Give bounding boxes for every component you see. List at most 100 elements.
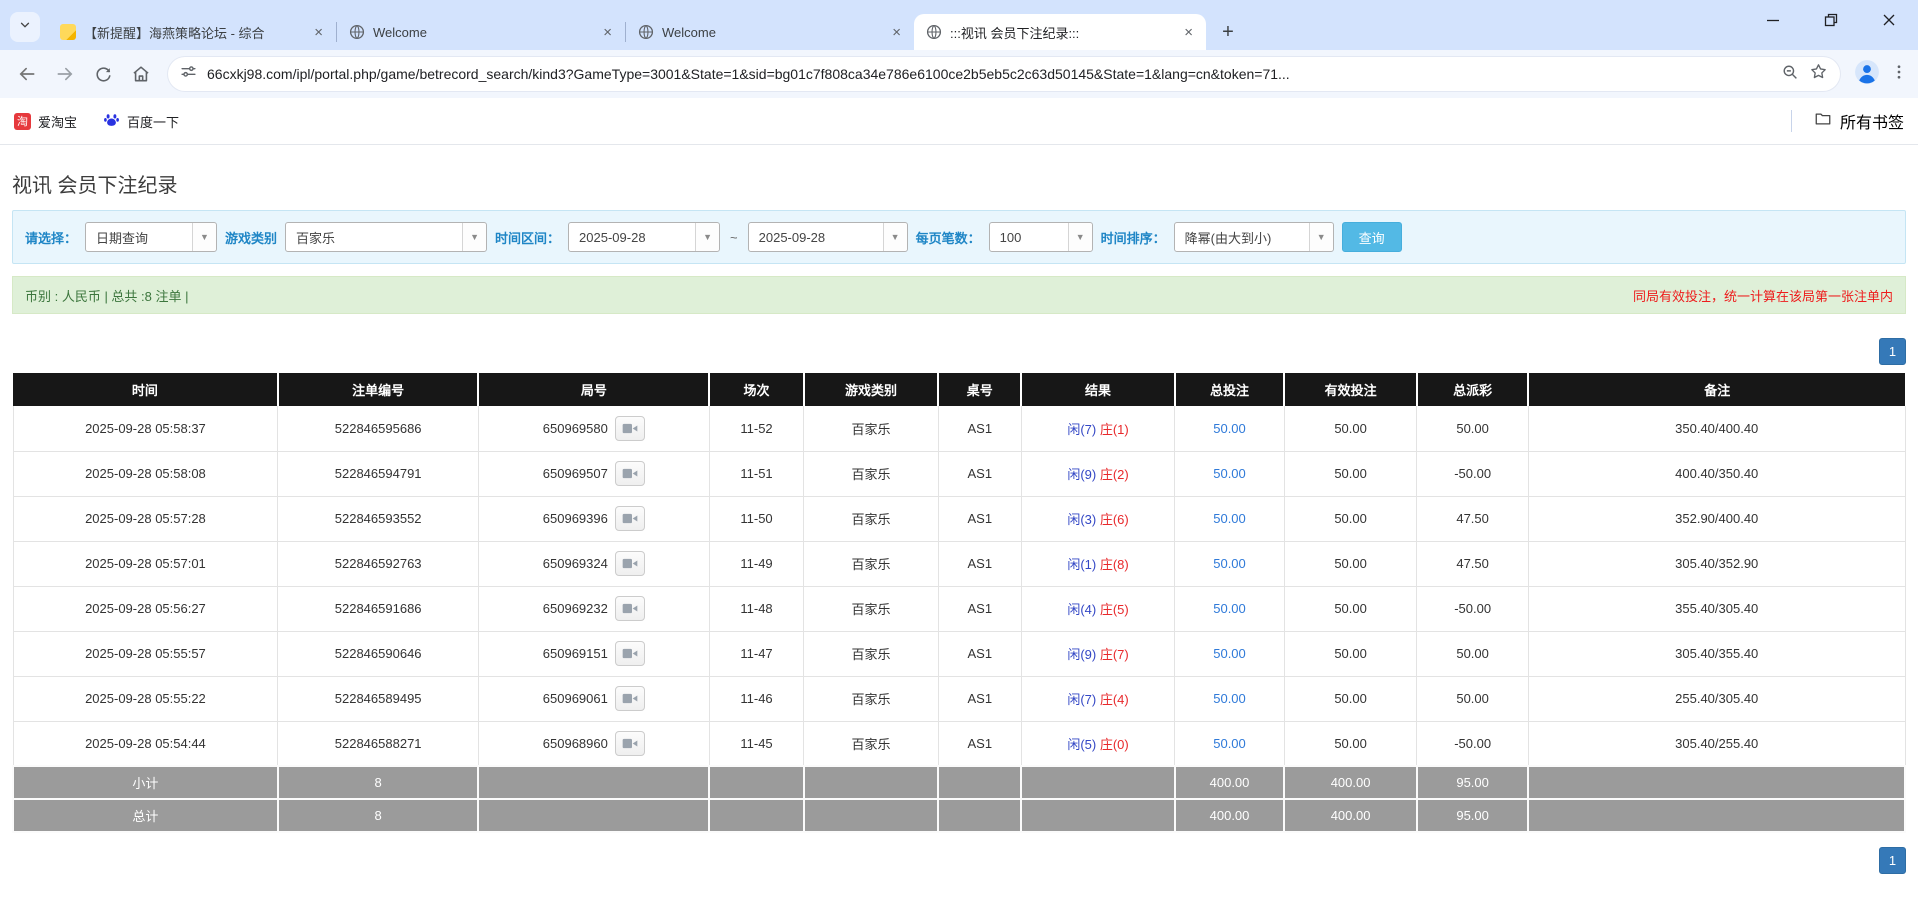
- video-replay-button[interactable]: [615, 506, 645, 531]
- video-replay-button[interactable]: [615, 461, 645, 486]
- new-tab-button[interactable]: +: [1214, 18, 1242, 46]
- query-type-select[interactable]: 日期查询 ▼: [85, 222, 217, 252]
- total-bet-link[interactable]: 50.00: [1213, 691, 1246, 706]
- cell-result: 闲(9) 庄(7): [1021, 631, 1174, 676]
- reload-button[interactable]: [86, 57, 120, 91]
- sort-select[interactable]: 降幂(由大到小) ▼: [1174, 222, 1334, 252]
- table-footer: 小计 8 400.00 400.00 95.00 总计 8 400.00 400…: [13, 766, 1905, 832]
- total-bet-link[interactable]: 50.00: [1213, 601, 1246, 616]
- cell-payout: -50.00: [1417, 586, 1529, 631]
- close-icon[interactable]: ×: [889, 24, 904, 41]
- all-bookmarks[interactable]: 所有书签: [1791, 109, 1904, 133]
- cell-payout: 47.50: [1417, 496, 1529, 541]
- sort-label: 时间排序：: [1101, 228, 1166, 247]
- bookmark-taobao[interactable]: 淘 爱淘宝: [14, 112, 77, 131]
- date-to-value: 2025-09-28: [749, 223, 883, 251]
- back-button[interactable]: [10, 57, 44, 91]
- video-replay-button[interactable]: [615, 731, 645, 756]
- url-text[interactable]: 66cxkj98.com/ipl/portal.php/game/betreco…: [207, 66, 1771, 82]
- date-from-select[interactable]: 2025-09-28 ▼: [568, 222, 720, 252]
- tab-welcome-1[interactable]: Welcome ×: [337, 14, 625, 50]
- page-size-select[interactable]: 100 ▼: [989, 222, 1093, 252]
- bet-record-table: 时间 注单编号 局号 场次 游戏类别 桌号 结果 总投注 有效投注 总派彩 备注…: [12, 373, 1906, 833]
- close-icon[interactable]: ×: [311, 24, 326, 41]
- menu-dots-icon[interactable]: [1890, 63, 1908, 86]
- tune-icon[interactable]: [180, 63, 197, 85]
- cell-valid-bet: 50.00: [1284, 541, 1416, 586]
- bookmark-baidu[interactable]: 百度一下: [103, 111, 179, 131]
- cell-remark: 352.90/400.40: [1528, 496, 1905, 541]
- table-row: 2025-09-28 05:54:44 522846588271 6509689…: [13, 721, 1905, 766]
- range-separator: ~: [728, 230, 740, 245]
- page-title: 视讯 会员下注纪录: [12, 145, 1906, 198]
- search-button[interactable]: 查询: [1342, 222, 1402, 252]
- address-bar[interactable]: 66cxkj98.com/ipl/portal.php/game/betreco…: [168, 57, 1840, 91]
- total-bet-link[interactable]: 50.00: [1213, 556, 1246, 571]
- restore-button[interactable]: [1802, 0, 1860, 40]
- cell-game-type: 百家乐: [804, 451, 938, 496]
- cell-game-type: 百家乐: [804, 541, 938, 586]
- header-result: 结果: [1021, 373, 1174, 406]
- header-time: 时间: [13, 373, 278, 406]
- zoom-out-icon[interactable]: [1781, 63, 1799, 86]
- total-bet-link[interactable]: 50.00: [1213, 511, 1246, 526]
- cell-game-type: 百家乐: [804, 676, 938, 721]
- bookmark-star-icon[interactable]: [1809, 62, 1828, 86]
- profile-avatar[interactable]: [1854, 59, 1880, 90]
- cell-game-type: 百家乐: [804, 586, 938, 631]
- forward-button[interactable]: [48, 57, 82, 91]
- result-banker: 庄(2): [1100, 467, 1129, 482]
- total-bet-link[interactable]: 50.00: [1213, 646, 1246, 661]
- header-remark: 备注: [1528, 373, 1905, 406]
- tab-welcome-2[interactable]: Welcome ×: [626, 14, 914, 50]
- result-banker: 庄(0): [1100, 737, 1129, 752]
- total-bet-link[interactable]: 50.00: [1213, 466, 1246, 481]
- game-type-select[interactable]: 百家乐 ▼: [285, 222, 487, 252]
- cell-remark: 355.40/305.40: [1528, 586, 1905, 631]
- cell-payout: 50.00: [1417, 676, 1529, 721]
- video-replay-button[interactable]: [615, 416, 645, 441]
- tab-betrecord-active[interactable]: :::视讯 会员下注纪录::: ×: [914, 14, 1206, 50]
- page-1-button[interactable]: 1: [1879, 847, 1906, 874]
- result-banker: 庄(6): [1100, 512, 1129, 527]
- tab-search-button[interactable]: [10, 12, 40, 42]
- home-button[interactable]: [124, 57, 158, 91]
- close-icon[interactable]: ×: [600, 24, 615, 41]
- cell-game-type: 百家乐: [804, 406, 938, 451]
- cell-valid-bet: 50.00: [1284, 496, 1416, 541]
- close-icon[interactable]: ×: [1181, 24, 1196, 41]
- baidu-paw-icon: [103, 111, 120, 131]
- cell-round-id: 650969151: [543, 646, 608, 661]
- date-to-select[interactable]: 2025-09-28 ▼: [748, 222, 908, 252]
- table-row: 2025-09-28 05:58:08 522846594791 6509695…: [13, 451, 1905, 496]
- header-valid-bet: 有效投注: [1284, 373, 1416, 406]
- page-1-button[interactable]: 1: [1879, 338, 1906, 365]
- pagination-top: 1: [12, 338, 1906, 365]
- cell-valid-bet: 50.00: [1284, 406, 1416, 451]
- browser-toolbar: 66cxkj98.com/ipl/portal.php/game/betreco…: [0, 50, 1918, 98]
- header-bet-id: 注单编号: [278, 373, 479, 406]
- subtotal-total-bet: 400.00: [1175, 766, 1285, 799]
- query-type-value: 日期查询: [86, 223, 192, 251]
- header-session: 场次: [709, 373, 804, 406]
- table-row: 2025-09-28 05:55:22 522846589495 6509690…: [13, 676, 1905, 721]
- tab-forum[interactable]: 【新提醒】海燕策略论坛 - 综合 ×: [48, 14, 336, 50]
- cell-payout: 47.50: [1417, 541, 1529, 586]
- cell-remark: 350.40/400.40: [1528, 406, 1905, 451]
- video-replay-button[interactable]: [615, 641, 645, 666]
- total-bet-link[interactable]: 50.00: [1213, 421, 1246, 436]
- cell-time: 2025-09-28 05:58:37: [13, 406, 278, 451]
- result-player: 闲(4): [1067, 602, 1096, 617]
- video-replay-button[interactable]: [615, 686, 645, 711]
- cell-table-no: AS1: [938, 676, 1021, 721]
- forum-favicon-icon: [60, 24, 76, 40]
- video-replay-button[interactable]: [615, 596, 645, 621]
- video-replay-button[interactable]: [615, 551, 645, 576]
- minimize-button[interactable]: [1744, 0, 1802, 40]
- close-window-button[interactable]: [1860, 0, 1918, 40]
- result-player: 闲(5): [1067, 737, 1096, 752]
- cell-session: 11-48: [709, 586, 804, 631]
- total-bet-link[interactable]: 50.00: [1213, 736, 1246, 751]
- cell-bet-id: 522846594791: [278, 451, 479, 496]
- cell-bet-id: 522846589495: [278, 676, 479, 721]
